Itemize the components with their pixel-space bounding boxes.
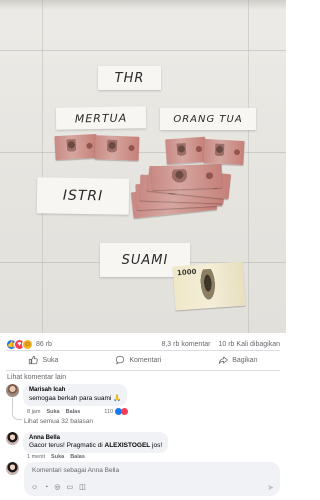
thumbs-up-icon [29,355,39,365]
comment-text-bold: ALEXISTOGEL [104,442,151,449]
banknote-1000: 1000 [172,261,246,311]
avatar-sticker-icon[interactable]: ☺ [31,484,38,492]
comment-reply-link[interactable]: Balas [66,409,81,415]
reply-thread-line [12,398,22,420]
emoji-icon[interactable]: ◔ [44,484,48,492]
avatar[interactable] [6,432,19,445]
share-button[interactable]: Bagikan [218,355,258,365]
card-mertua-label: MERTUA [74,111,128,125]
reaction-count: 86 rb [36,340,52,348]
avatar[interactable] [6,384,19,397]
card-suami-label: SUAMI [121,252,169,268]
comment-bubble: Anna Bella Gacor terus! Pragmatic di ALE… [23,432,169,453]
see-more-comments-link[interactable]: Lihat komentar lain [7,374,66,381]
banknote-red [151,163,223,191]
comment-button[interactable]: Komentari [115,355,161,365]
banknote-red [203,138,245,166]
share-count[interactable]: 10 rb Kali dibagikan [219,341,281,348]
sticker-icon[interactable]: ◫ [79,484,86,492]
comment-input[interactable]: Komentari sebagai Anna Bella ☺ ◔ ◎ ▭ ◫ ➤ [24,462,280,496]
floor-tile-line [0,50,286,51]
send-icon[interactable]: ➤ [267,483,274,492]
comment-reply-link[interactable]: Balas [70,454,85,460]
comment-time[interactable]: 1 menit [27,454,45,460]
card-orang-tua: ORANG TUA [160,108,256,130]
post-photo[interactable]: THR MERTUA ORANG TUA ISTRI SUAMI 1000 [0,0,286,333]
comment-text-suffix: jos! [150,442,163,449]
comment-like-link[interactable]: Suka [51,454,64,460]
haha-reaction-icon: ☺ [22,338,33,350]
comment-meta: 8 jam Suka Balas 110 [27,408,129,415]
comment-text: Gacor terus! Pragmatic di ALEXISTOGEL jo… [29,442,162,449]
like-button-label: Suka [42,356,59,364]
comment-count[interactable]: 8,3 rb komentar [161,341,210,348]
card-istri: ISTRI [36,177,130,215]
comment-item: Anna Bella Gacor terus! Pragmatic di ALE… [6,432,169,453]
banknote-red [165,136,207,165]
reaction-summary[interactable]: 👍 ♥ ☺ 86 rb [6,338,52,350]
gif-icon[interactable]: ▭ [67,484,74,492]
see-replies-label: Lihat semua 32 balasan [24,418,94,425]
comment-author[interactable]: Anna Bella [29,435,162,441]
comment-input-placeholder: Komentari sebagai Anna Bella [32,467,120,474]
card-mertua: MERTUA [55,106,147,130]
card-thr-label: THR [114,70,145,86]
comment-reactions[interactable]: 110 [104,408,129,415]
comment-icon [116,355,125,365]
comment-item: Marisah Icah semogaa berkah para suami 🙏 [6,384,128,406]
share-icon [219,356,228,364]
see-replies-link[interactable]: Lihat semua 32 balasan [24,418,93,425]
card-thr: THR [98,66,161,90]
divider [6,370,280,371]
banknote-red [94,135,140,161]
comment-reaction-count: 110 [104,408,114,415]
comment-composer: Komentari sebagai Anna Bella ☺ ◔ ◎ ▭ ◫ ➤ [6,462,280,496]
like-button[interactable]: Suka [28,355,58,365]
banknote-value: 1000 [176,267,197,278]
card-orang-tua-label: ORANG TUA [173,113,243,125]
comment-time[interactable]: 8 jam [27,409,40,415]
comment-bubble: Marisah Icah semogaa berkah para suami 🙏 [23,384,128,406]
banknote-red [54,133,98,161]
comment-text: semogaa berkah para suami 🙏 [29,395,122,402]
avatar [6,462,19,475]
camera-icon[interactable]: ◎ [54,484,60,492]
comment-button-label: Komentari [129,356,162,364]
card-istri-label: ISTRI [62,187,104,205]
post-actions: Suka Komentari Bagikan [0,350,286,370]
love-reaction-icon [121,408,129,415]
comment-author[interactable]: Marisah Icah [29,387,121,393]
composer-toolbar: ☺ ◔ ◎ ▭ ◫ [31,484,86,492]
comment-text-prefix: Gacor terus! Pragmatic di [29,442,105,449]
comment-like-link[interactable]: Suka [46,409,59,415]
comment-meta: 1 menit Suka Balas [27,454,85,460]
share-button-label: Bagikan [232,356,258,364]
